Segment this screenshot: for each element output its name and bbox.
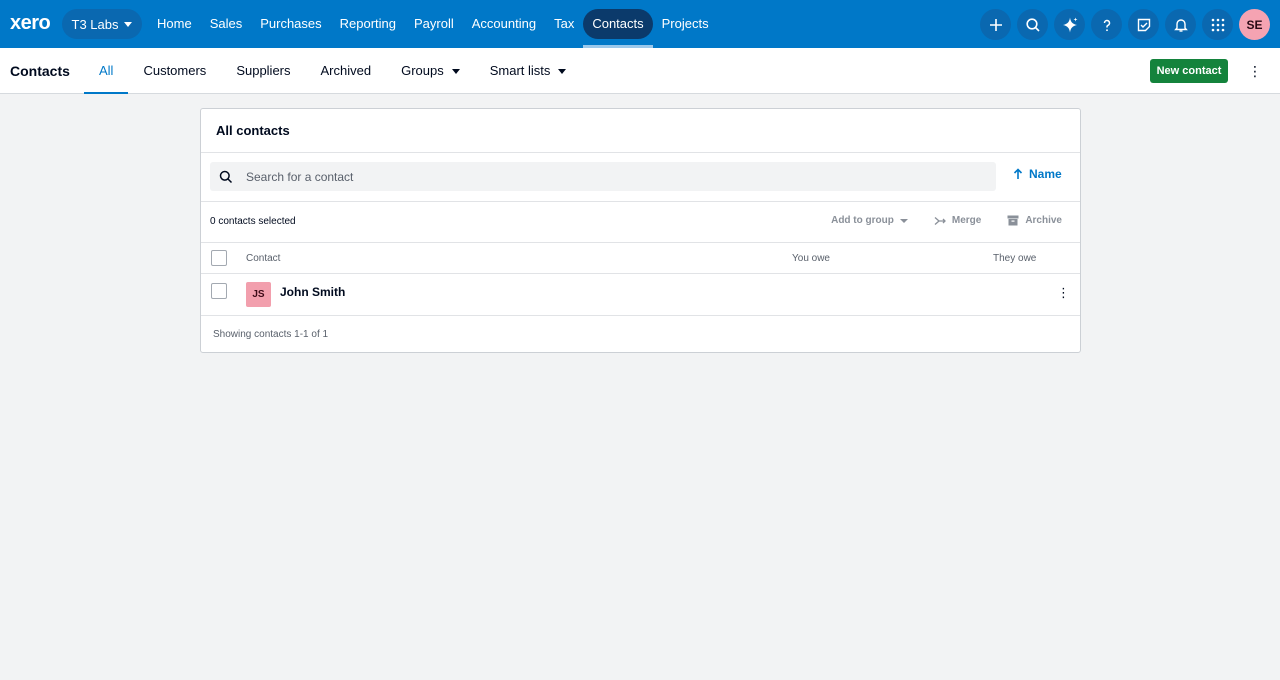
user-avatar[interactable]: SE: [1239, 9, 1270, 40]
nav-purchases[interactable]: Purchases: [251, 9, 330, 39]
contact-name-link[interactable]: John Smith: [280, 285, 345, 299]
column-header-you-owe[interactable]: You owe: [792, 253, 830, 264]
card-title: All contacts: [216, 123, 290, 138]
search-box[interactable]: [210, 162, 996, 191]
archive-icon: [1007, 215, 1019, 226]
new-contact-button[interactable]: New contact: [1150, 59, 1228, 83]
notes-icon[interactable]: [1128, 9, 1159, 40]
top-navigation: xero T3 Labs Home Sales Purchases Report…: [0, 0, 1280, 48]
nav-reporting[interactable]: Reporting: [331, 9, 405, 39]
nav-home[interactable]: Home: [148, 9, 201, 39]
tab-smart-lists[interactable]: Smart lists: [475, 48, 582, 94]
chevron-down-icon: [899, 218, 908, 223]
nav-sales[interactable]: Sales: [201, 9, 252, 39]
nav-accounting[interactable]: Accounting: [463, 9, 545, 39]
tab-label: Archived: [320, 63, 372, 78]
bell-icon[interactable]: [1165, 9, 1196, 40]
plus-icon[interactable]: [980, 9, 1011, 40]
add-to-group-button[interactable]: Add to group: [831, 215, 908, 226]
archive-button[interactable]: Archive: [1007, 215, 1062, 226]
organisation-switcher[interactable]: T3 Labs: [62, 9, 142, 39]
row-checkbox[interactable]: [211, 283, 227, 299]
contacts-subnav: Contacts All Customers Suppliers Archive…: [0, 48, 1280, 94]
tab-label: Groups: [401, 63, 444, 78]
selected-count: 0 contacts selected: [210, 216, 296, 227]
search-icon[interactable]: [1017, 9, 1048, 40]
tab-archived[interactable]: Archived: [306, 48, 387, 94]
main-nav-links: Home Sales Purchases Reporting Payroll A…: [148, 9, 718, 48]
nav-contacts[interactable]: Contacts: [583, 9, 653, 48]
divider: [201, 201, 1080, 202]
nav-icon-group: SE: [980, 9, 1270, 40]
action-label: Add to group: [831, 215, 894, 226]
org-name: T3 Labs: [71, 16, 119, 32]
tab-suppliers[interactable]: Suppliers: [221, 48, 305, 94]
bulk-actions: Add to group Merge Archive: [831, 215, 1062, 226]
divider: [201, 273, 1080, 274]
sort-label: Name: [1029, 167, 1062, 181]
tab-label: All: [99, 63, 114, 78]
divider: [201, 152, 1080, 153]
tab-groups[interactable]: Groups: [386, 48, 475, 94]
xero-logo[interactable]: xero: [10, 13, 51, 33]
divider: [201, 242, 1080, 243]
chevron-down-icon: [124, 21, 133, 27]
nav-projects[interactable]: Projects: [653, 9, 718, 39]
contacts-tabs: All Customers Suppliers Archived Groups …: [84, 48, 581, 94]
more-options-icon[interactable]: ⋮: [1248, 61, 1262, 81]
help-icon[interactable]: [1091, 9, 1122, 40]
action-label: Archive: [1025, 215, 1062, 226]
tab-label: Suppliers: [236, 63, 291, 78]
apps-grid-icon[interactable]: [1202, 9, 1233, 40]
search-icon: [219, 170, 233, 183]
column-header-contact[interactable]: Contact: [246, 253, 280, 264]
action-label: Merge: [951, 215, 982, 226]
tab-label: Customers: [143, 63, 207, 78]
chevron-down-icon: [451, 68, 460, 74]
nav-tax[interactable]: Tax: [545, 9, 583, 39]
tab-customers[interactable]: Customers: [128, 48, 221, 94]
all-contacts-card: All contacts Name 0 contacts selected Ad…: [200, 108, 1081, 353]
sort-by-name-button[interactable]: Name: [1013, 167, 1062, 181]
select-all-checkbox[interactable]: [211, 250, 227, 266]
arrow-up-icon: [1013, 168, 1023, 179]
merge-icon: [934, 216, 946, 225]
pagination-summary: Showing contacts 1-1 of 1: [213, 329, 329, 340]
tab-all[interactable]: All: [84, 48, 129, 94]
page-title: Contacts: [10, 63, 70, 79]
merge-button[interactable]: Merge: [934, 215, 981, 226]
divider: [201, 315, 1080, 316]
contact-initials-avatar: JS: [246, 282, 271, 307]
row-more-options-icon[interactable]: ⋮: [1057, 283, 1070, 303]
sparkle-icon[interactable]: [1054, 9, 1085, 40]
column-header-they-owe[interactable]: They owe: [993, 253, 1036, 264]
chevron-down-icon: [558, 68, 567, 74]
tab-label: Smart lists: [489, 63, 551, 78]
nav-payroll[interactable]: Payroll: [405, 9, 463, 39]
search-input[interactable]: [246, 169, 946, 184]
